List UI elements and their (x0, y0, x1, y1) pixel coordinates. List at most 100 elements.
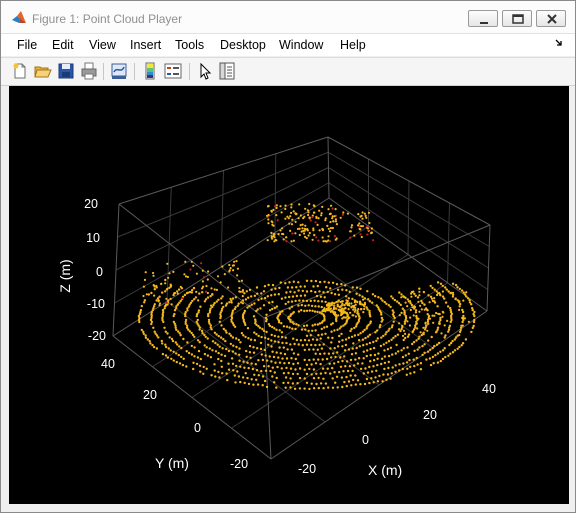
point (277, 293, 280, 296)
point (432, 321, 435, 324)
point (220, 359, 223, 363)
point (365, 377, 369, 381)
title-bar[interactable]: Figure 1: Point Cloud Player (1, 1, 575, 34)
point (357, 333, 360, 336)
insert-legend-icon[interactable] (164, 62, 182, 80)
point (279, 205, 282, 208)
point (182, 337, 185, 341)
point (171, 339, 175, 343)
point (419, 331, 422, 334)
point-cloud-axes[interactable]: -20 0 20 40 -20 0 20 40 20 10 0 -10 -20 … (9, 86, 569, 504)
point (289, 215, 292, 218)
point (353, 234, 356, 237)
point (217, 357, 220, 361)
point (331, 226, 334, 230)
property-inspector-icon[interactable] (218, 62, 236, 80)
point (367, 228, 370, 231)
point (206, 291, 209, 295)
point (394, 364, 397, 367)
point (259, 341, 263, 345)
point (422, 326, 425, 329)
point (426, 329, 429, 332)
menu-help[interactable]: Help (340, 38, 366, 52)
point (298, 367, 302, 370)
point (341, 385, 344, 389)
point (196, 339, 200, 342)
point (439, 350, 442, 353)
point (449, 341, 453, 345)
point (246, 327, 250, 330)
save-icon[interactable] (57, 62, 75, 80)
point (165, 301, 168, 304)
close-button[interactable] (536, 10, 566, 27)
point (367, 298, 370, 301)
y-tick-label: 40 (101, 357, 115, 371)
point (252, 351, 256, 354)
point (273, 371, 276, 374)
point (323, 280, 326, 283)
dock-arrow-icon[interactable] (555, 39, 563, 47)
menu-insert[interactable]: Insert (130, 38, 161, 52)
insert-colorbar-icon[interactable] (141, 62, 159, 80)
point (274, 361, 277, 364)
point (275, 328, 278, 331)
point (300, 303, 303, 307)
point (372, 340, 375, 344)
point (394, 335, 397, 338)
minimize-button[interactable] (468, 10, 498, 27)
point (284, 217, 287, 220)
new-figure-icon[interactable] (11, 62, 29, 80)
point (308, 358, 311, 362)
point (234, 296, 237, 299)
point (362, 344, 365, 347)
point (321, 229, 325, 232)
point (285, 325, 289, 328)
point (372, 381, 375, 384)
open-file-icon[interactable] (34, 62, 52, 80)
menu-window[interactable]: Window (279, 38, 323, 52)
point (273, 293, 277, 296)
menu-file[interactable]: File (17, 38, 37, 52)
point (210, 374, 213, 377)
edit-plot-arrow-icon[interactable] (196, 62, 214, 80)
point (253, 302, 256, 305)
point (294, 232, 297, 235)
menu-edit[interactable]: Edit (52, 38, 74, 52)
maximize-button[interactable] (502, 10, 532, 27)
point (347, 348, 351, 351)
plot-canvas[interactable]: -20 0 20 40 -20 0 20 40 20 10 0 -10 -20 … (9, 86, 569, 504)
point (248, 344, 252, 348)
print-icon[interactable] (80, 62, 98, 80)
point (305, 372, 309, 376)
point (416, 296, 420, 299)
point (402, 362, 405, 365)
point (312, 387, 316, 390)
point (327, 208, 330, 211)
point (380, 362, 383, 366)
point (310, 343, 313, 347)
point (416, 363, 419, 366)
point (248, 288, 252, 292)
point (262, 365, 266, 368)
point (354, 358, 357, 361)
point (368, 381, 371, 385)
point (449, 292, 452, 295)
point (352, 342, 355, 345)
point (289, 343, 292, 346)
point (190, 291, 193, 294)
link-plot-icon[interactable] (110, 62, 128, 80)
menu-tools[interactable]: Tools (175, 38, 204, 52)
point (449, 352, 452, 355)
menu-desktop[interactable]: Desktop (220, 38, 266, 52)
menu-view[interactable]: View (89, 38, 116, 52)
point (406, 305, 409, 308)
point (344, 302, 348, 305)
point (334, 381, 337, 384)
point (260, 335, 263, 339)
point (315, 382, 318, 386)
point (241, 376, 245, 379)
point (184, 260, 187, 263)
point (320, 327, 323, 331)
point (317, 386, 320, 390)
point (296, 372, 299, 376)
